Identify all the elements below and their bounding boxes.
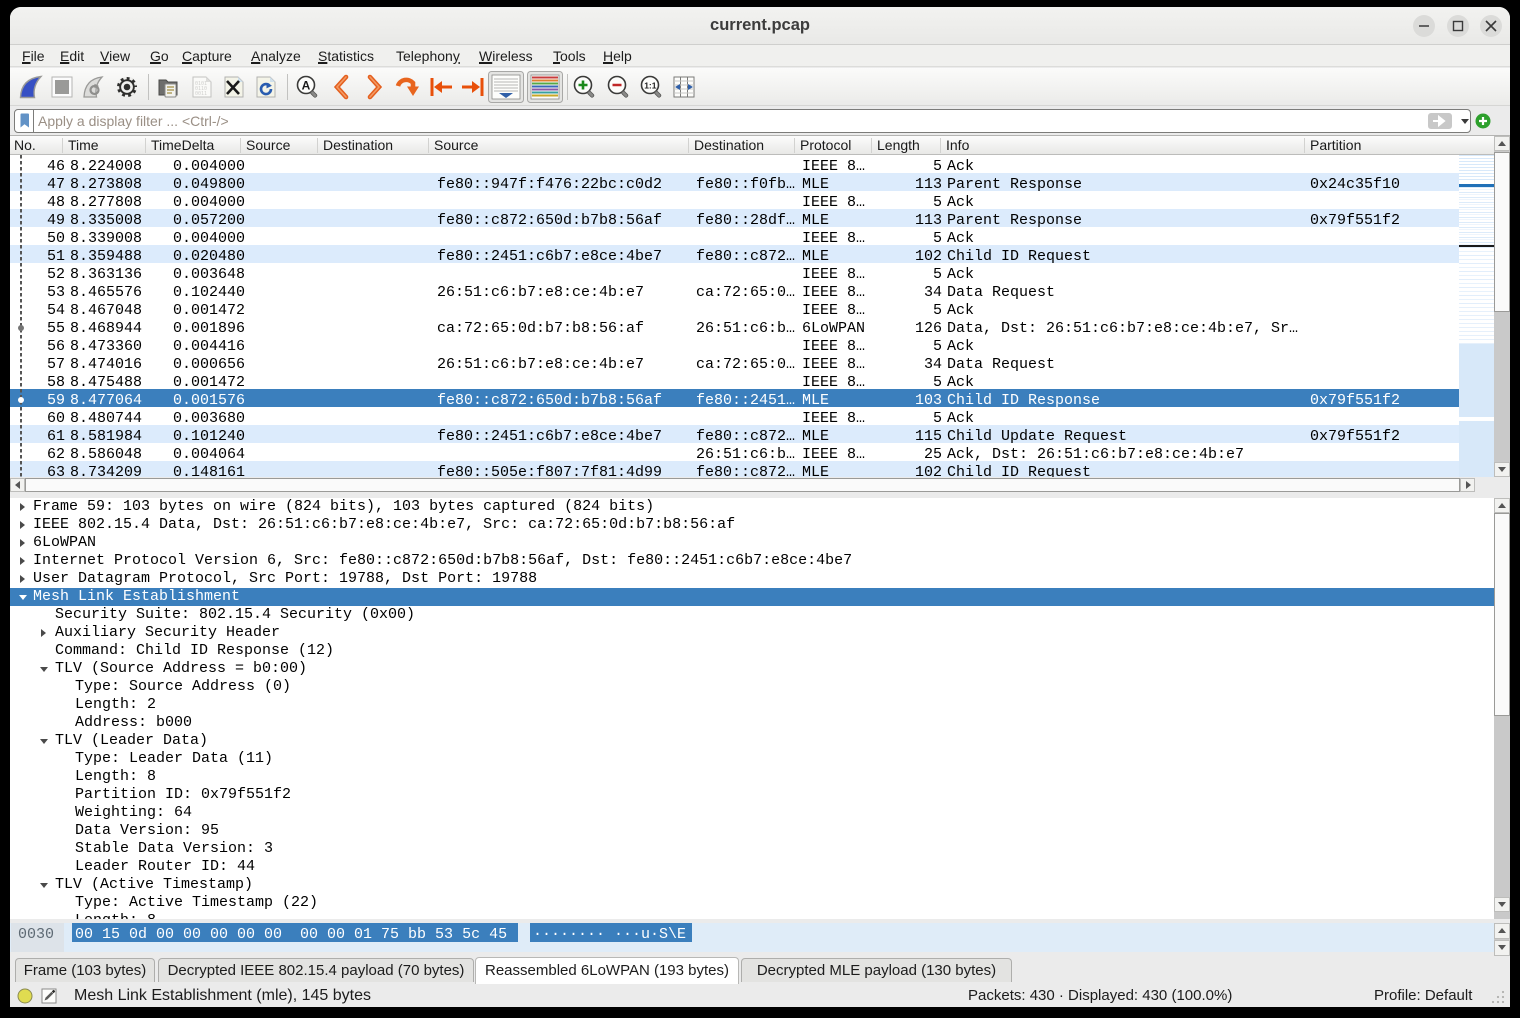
svg-text:A: A xyxy=(302,79,311,93)
svg-text:0011: 0011 xyxy=(195,91,207,97)
svg-text:1:1: 1:1 xyxy=(644,81,657,91)
